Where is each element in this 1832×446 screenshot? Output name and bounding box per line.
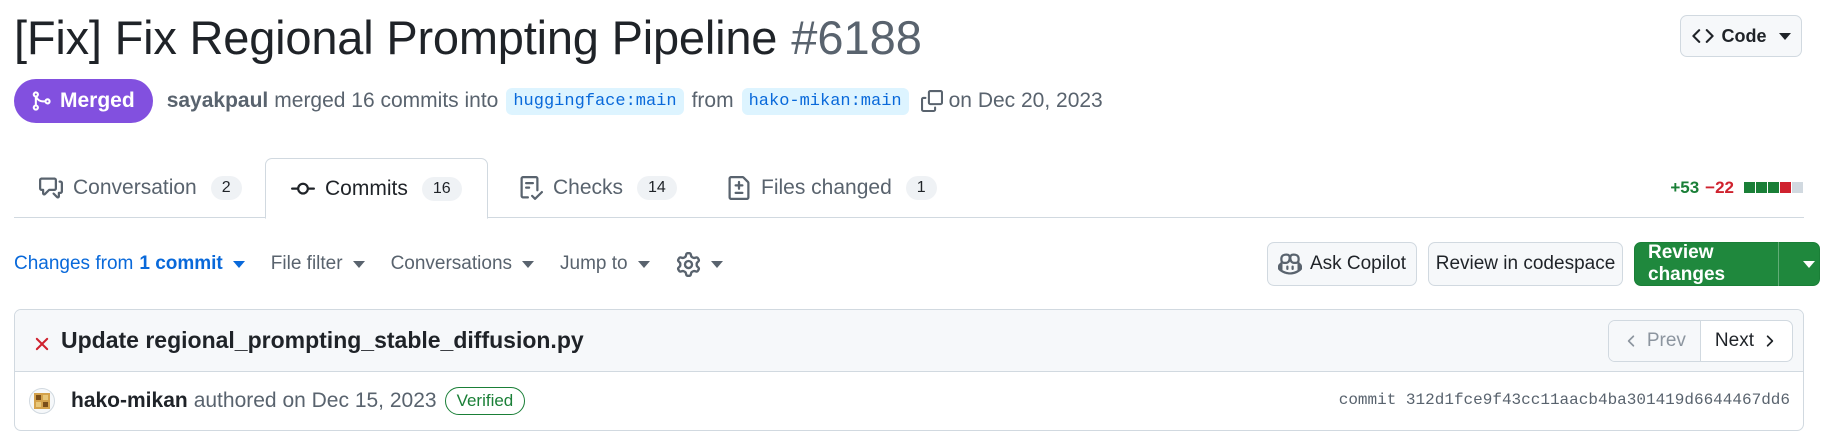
diffstat: +53 −22 (1670, 178, 1804, 198)
code-button[interactable]: Code (1680, 15, 1802, 57)
diffstat-box-add (1768, 182, 1779, 193)
x-icon[interactable] (31, 333, 53, 355)
changes-from-dropdown[interactable]: Changes from 1 commit (14, 253, 245, 275)
diff-settings-dropdown[interactable] (676, 251, 723, 277)
head-branch[interactable]: hako-mikan:main (741, 87, 909, 115)
commit-meta: hako-mikan authored on Dec 15, 2023 Veri… (15, 372, 1803, 430)
diffstat-box-neutral (1792, 182, 1803, 193)
chevron-down-icon (232, 260, 245, 268)
commit-details: Update regional_prompting_stable_diffusi… (14, 309, 1804, 431)
tab-commits-label: Commits (325, 176, 408, 200)
pr-number: #6188 (791, 11, 922, 64)
copilot-icon (1277, 253, 1302, 275)
tab-checks-count: 14 (637, 176, 677, 200)
chevron-down-icon (352, 260, 365, 268)
diffstat-box-add (1744, 182, 1755, 193)
verified-badge[interactable]: Verified (444, 387, 526, 415)
button-divider (1778, 242, 1779, 286)
pr-title-row: [Fix] Fix Regional Prompting Pipeline #6… (14, 10, 922, 65)
pr-meta: Merged sayakpaul merged 16 commits into … (14, 79, 1103, 123)
changes-from-value: 1 commit (139, 253, 223, 274)
file-diff-icon (728, 176, 750, 200)
base-branch[interactable]: huggingface:main (506, 87, 684, 115)
tab-checks[interactable]: Checks 14 (494, 158, 702, 218)
chevron-down-icon[interactable] (1803, 260, 1815, 268)
chevron-down-icon (1778, 32, 1791, 40)
tab-conversation-count: 2 (210, 176, 242, 200)
code-icon (1691, 29, 1714, 43)
conversations-label: Conversations (390, 253, 513, 274)
chevron-down-icon (710, 260, 723, 268)
git-commit-icon (291, 182, 315, 195)
commit-toolbar: Changes from 1 commit File filter Conver… (14, 242, 749, 286)
commit-author[interactable]: hako-mikan (71, 389, 188, 413)
tab-files-changed-count: 1 (905, 176, 937, 200)
tab-files-changed-label: Files changed (761, 176, 892, 199)
checklist-icon (520, 176, 543, 200)
avatar-image (34, 393, 50, 409)
git-merge-icon (32, 91, 51, 111)
commit-header: Update regional_prompting_stable_diffusi… (15, 310, 1803, 372)
tab-files-changed[interactable]: Files changed 1 (702, 158, 962, 218)
ask-copilot-button[interactable]: Ask Copilot (1267, 242, 1417, 286)
comment-discussion-icon (39, 177, 63, 199)
merge-date: on Dec 20, 2023 (948, 89, 1103, 112)
conversations-dropdown[interactable]: Conversations (390, 253, 535, 275)
diffstat-box-add (1756, 182, 1767, 193)
tab-commits[interactable]: Commits 16 (265, 158, 488, 219)
tab-conversation[interactable]: Conversation 2 (14, 158, 267, 218)
gear-icon (676, 251, 700, 277)
tab-conversation-label: Conversation (73, 176, 197, 199)
next-label: Next (1714, 330, 1754, 351)
tab-checks-label: Checks (553, 176, 624, 199)
changes-from-label: Changes from (14, 253, 134, 274)
chevron-right-icon (1766, 335, 1774, 347)
review-changes-button[interactable]: Review changes (1634, 242, 1820, 286)
prev-label: Prev (1646, 330, 1686, 351)
copy-icon[interactable] (920, 90, 943, 112)
chevron-down-icon (637, 260, 650, 268)
ask-copilot-label: Ask Copilot (1309, 253, 1407, 274)
diffstat-bar (1744, 178, 1804, 198)
merge-action-text: merged 16 commits into (274, 89, 499, 112)
file-filter-label: File filter (270, 253, 343, 274)
commit-sha: commit 312d1fce9f43cc11aacb4ba301419d664… (1338, 391, 1790, 409)
chevron-down-icon (522, 260, 535, 268)
diffstat-deletions: −22 (1705, 178, 1734, 197)
jump-to-label: Jump to (560, 253, 628, 274)
commit-title: Update regional_prompting_stable_diffusi… (61, 327, 584, 353)
merged-status-badge: Merged (14, 79, 153, 123)
next-commit-button[interactable]: Next (1701, 321, 1792, 361)
jump-to-dropdown[interactable]: Jump to (560, 253, 650, 275)
file-filter-dropdown[interactable]: File filter (271, 253, 365, 275)
from-text: from (691, 89, 734, 112)
tab-commits-count: 16 (421, 176, 462, 201)
review-in-codespace-label: Review in codespace (1435, 253, 1616, 274)
review-in-codespace-button[interactable]: Review in codespace (1428, 242, 1623, 286)
avatar[interactable] (29, 388, 55, 414)
commit-pager: Prev Next (1607, 320, 1793, 362)
pr-title: [Fix] Fix Regional Prompting Pipeline (14, 11, 778, 64)
review-changes-label: Review changes (1648, 242, 1726, 285)
merged-label: Merged (60, 89, 135, 112)
merger-username[interactable]: sayakpaul (167, 89, 269, 113)
chevron-left-icon (1627, 335, 1635, 347)
authored-text: authored on Dec 15, 2023 (193, 389, 437, 412)
prev-commit-button[interactable]: Prev (1608, 321, 1701, 361)
diffstat-additions: +53 (1670, 178, 1700, 197)
diffstat-box-del (1780, 182, 1791, 193)
pr-tabs: Conversation 2 Commits 16 Checks 14 File… (14, 158, 1804, 219)
code-button-label: Code (1721, 25, 1767, 46)
